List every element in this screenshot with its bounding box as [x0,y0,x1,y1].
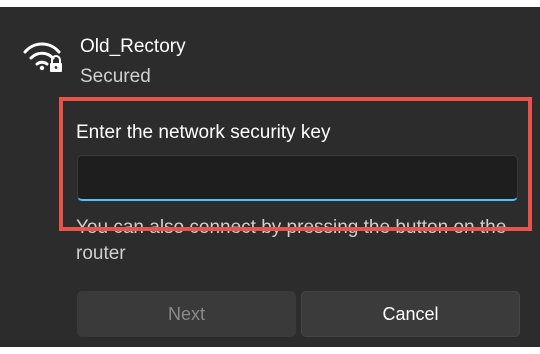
security-key-input[interactable] [77,155,518,201]
wifi-connect-panel: Old_Rectory Secured Enter the network se… [0,7,540,347]
network-security-status: Secured [80,66,151,87]
network-header[interactable]: Old_Rectory Secured [22,35,422,95]
network-name: Old_Rectory [80,36,186,57]
next-button[interactable]: Next [77,291,296,337]
security-key-label: Enter the network security key [76,122,331,143]
cancel-button[interactable]: Cancel [301,291,520,337]
wifi-secured-icon [23,42,62,72]
router-button-hint: You can also connect by pressing the but… [76,217,507,264]
